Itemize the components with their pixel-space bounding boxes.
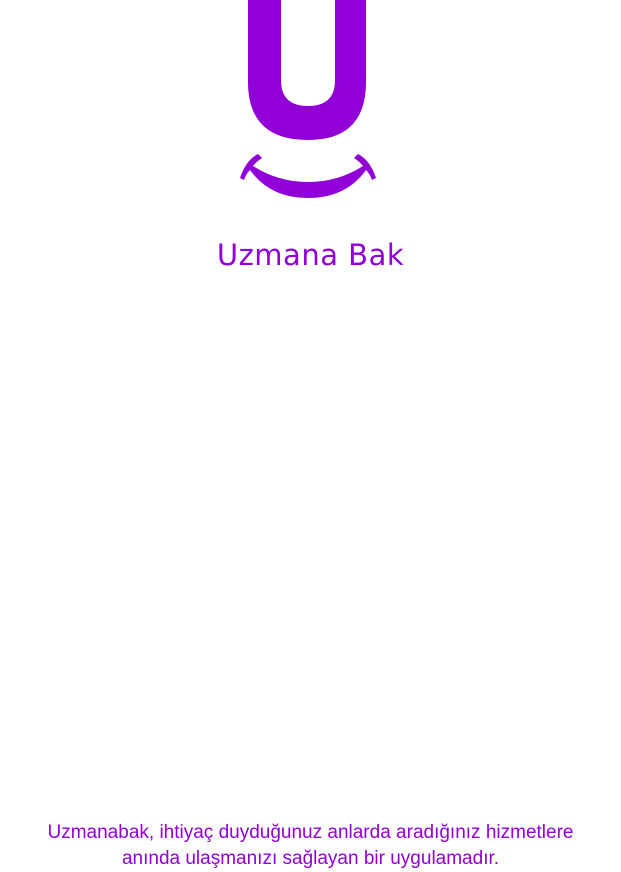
app-logo-icon: [236, 0, 380, 200]
app-description-line-2: anında ulaşmanızı sağlayan bir uygulamad…: [121, 848, 500, 869]
app-description-line-1: Uzmanabak, ihtiyaç duyduğunuz anlarda ar…: [47, 822, 574, 843]
brand-name: Uzmana Bak: [216, 238, 405, 272]
smiling-u-logo-icon: [240, 0, 376, 198]
app-description: Uzmanabak, ihtiyaç duyduğunuz anlarda ar…: [0, 820, 621, 872]
